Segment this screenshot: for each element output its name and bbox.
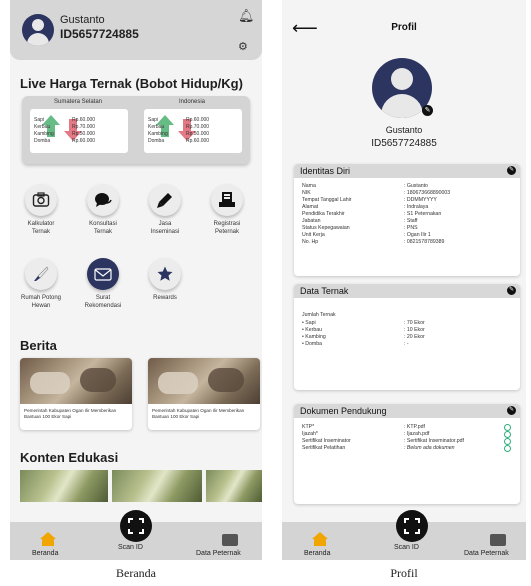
screen-caption: Beranda (116, 566, 156, 580)
news-headline: Pemerintah Kabupaten Ogan Ilir Memberika… (24, 408, 117, 419)
profile-id: ID5657724885 (371, 138, 437, 149)
home-icon (40, 532, 56, 546)
news-card[interactable]: Pemerintah Kabupaten Ogan Ilir Memberika… (148, 358, 260, 430)
price-card-sumsel[interactable]: Sapi Rp.60.000 Kerbau Rp.70.000 Kambing Rp.… (30, 109, 128, 153)
bell-icon[interactable]: 🔔︎ (238, 8, 255, 24)
edit-icon[interactable]: ✎ (507, 286, 516, 295)
identity-row: Status Kepegawaian: PNS (302, 225, 418, 231)
news-headline: Pemerintah Kabupaten Ogan Ilir Memberika… (152, 408, 245, 419)
price-row: Sapi Rp.60.000 (34, 117, 96, 123)
camera-icon (25, 184, 57, 216)
identity-row: Jabatan: Staff (302, 218, 418, 224)
gear-icon[interactable]: ⚙︎ (238, 40, 248, 53)
price-panel: Sumatera Selatan Indonesia Sapi Rp.60.000… (22, 96, 250, 164)
star-icon (149, 258, 181, 290)
news-section-title: Berita (20, 338, 57, 353)
news-image (20, 358, 132, 404)
identity-row: Nama: Gustanto (302, 183, 428, 189)
card-title: Identitas Diri (300, 166, 351, 176)
page-title: Profil (391, 22, 417, 33)
user-id: ID5657724885 (60, 27, 139, 41)
price-row: Domba Rp.60.000 (34, 138, 96, 144)
edit-icon[interactable]: ✎ (507, 166, 516, 175)
menu-konsultasi-ternak[interactable]: Konsultasi Ternak (74, 184, 134, 244)
livestock-row: • Kambing: 20 Ekor (302, 334, 425, 340)
identity-card: Identitas Diri ✎ Nama: Gustanto NIK: 180… (294, 164, 520, 276)
document-row[interactable]: Sertifikat Pelatihan: Belum ada dokumen (302, 445, 514, 452)
news-image (148, 358, 260, 404)
edu-section-title: Konten Edukasi (20, 450, 119, 465)
edu-image[interactable] (112, 470, 202, 502)
livestock-row: • Sapi: 70 Ekor (302, 320, 425, 326)
price-row: Kerbau Rp.70.000 (148, 124, 210, 130)
menu-rewards[interactable]: Rewards (136, 258, 196, 318)
home-header: Gustanto ID5657724885 🔔︎ ⚙︎ (10, 0, 262, 60)
profile-name: Gustanto (385, 125, 423, 135)
folder-icon (490, 534, 506, 546)
menu-surat-rekomendasi[interactable]: Surat Rekomendasi (74, 258, 134, 318)
edit-icon[interactable]: ✎ (507, 406, 516, 415)
edit-photo-icon[interactable]: ✎ (422, 105, 433, 116)
price-row: Kambing Rp.50.000 (34, 131, 96, 137)
documents-card: Dokumen Pendukung ✎ KTP*: KTP.pdf Ijazah… (294, 404, 520, 504)
region-label: Sumatera Selatan (53, 99, 103, 105)
menu-jasa-inseminasi[interactable]: Jasa Inseminasi (136, 184, 196, 244)
chat-icon (87, 184, 119, 216)
identity-row: Alamat: Indralaya (302, 204, 429, 210)
identity-row: Pendidika Terakhir: S1 Peternakan (302, 211, 442, 217)
price-row: Sapi Rp.60.000 (148, 117, 210, 123)
document-row[interactable]: Sertifikat Inseminator: Sertifikat Insem… (302, 438, 514, 445)
bottom-nav: Beranda Scan ID Data Peternak (10, 510, 262, 560)
status-circle-icon (504, 438, 511, 445)
syringe-icon (149, 184, 181, 216)
price-card-indonesia[interactable]: Sapi Rp.60.000 Kerbau Rp.70.000 Kambing Rp.… (144, 109, 242, 153)
status-circle-icon (504, 424, 511, 431)
avatar[interactable] (22, 14, 54, 46)
bottom-nav: Beranda Scan ID Data Peternak (282, 510, 526, 560)
region-label: Indonesia (178, 99, 206, 105)
identity-row: Tempat Tanggal Lahir: DDMMYYYY (302, 197, 437, 203)
livestock-card: Data Ternak ✎ Jumlah Ternak • Sapi: 70 E… (294, 284, 520, 390)
edu-image[interactable] (206, 470, 262, 502)
identity-row: No. Hp: 0821578789389 (302, 239, 445, 245)
user-name: Gustanto (60, 14, 105, 26)
mail-icon (87, 258, 119, 290)
edu-image[interactable] (20, 470, 108, 502)
price-section-title: Live Harga Ternak (Bobot Hidup/Kg) (20, 76, 243, 91)
card-title: Dokumen Pendukung (300, 406, 387, 416)
scan-icon (120, 510, 152, 542)
price-row: Kambing Rp.50.000 (148, 131, 210, 137)
knife-icon (25, 258, 57, 290)
document-row[interactable]: KTP*: KTP.pdf (302, 424, 514, 431)
livestock-row: • Domba: - (302, 341, 409, 347)
identity-row: Unit Kerja: Ogan Ilir 1 (302, 232, 431, 238)
beranda-screen: Gustanto ID5657724885 🔔︎ ⚙︎ Live Harga T… (10, 0, 262, 560)
status-circle-icon (504, 445, 511, 452)
card-title: Data Ternak (300, 286, 349, 296)
livestock-subtitle: Jumlah Ternak (302, 312, 336, 318)
price-row: Domba Rp.60.000 (148, 138, 210, 144)
home-icon (312, 532, 328, 546)
identity-row: NIK: 180673668890003 (302, 190, 451, 196)
scan-icon (396, 510, 428, 542)
register-icon (211, 184, 243, 216)
menu-rumah-potong-hewan[interactable]: Rumah Potong Hewan (12, 258, 72, 318)
menu-registrasi-peternak[interactable]: Registrasi Peternak (198, 184, 258, 244)
screen-caption: Profil (390, 566, 418, 580)
news-card[interactable]: Pemerintah Kabupaten Ogan Ilir Memberika… (20, 358, 132, 430)
profil-screen: ⟵ Profil ✎ Gustanto ID5657724885 Identit… (282, 0, 526, 560)
menu-kalkulator-ternak[interactable]: Kalkulator Ternak (12, 184, 72, 244)
folder-icon (222, 534, 238, 546)
price-row: Kerbau Rp.70.000 (34, 124, 96, 130)
livestock-row: • Kerbau: 10 Ekor (302, 327, 425, 333)
status-circle-icon (504, 431, 511, 438)
document-row[interactable]: Ijazah*: Ijazah.pdf (302, 431, 514, 438)
